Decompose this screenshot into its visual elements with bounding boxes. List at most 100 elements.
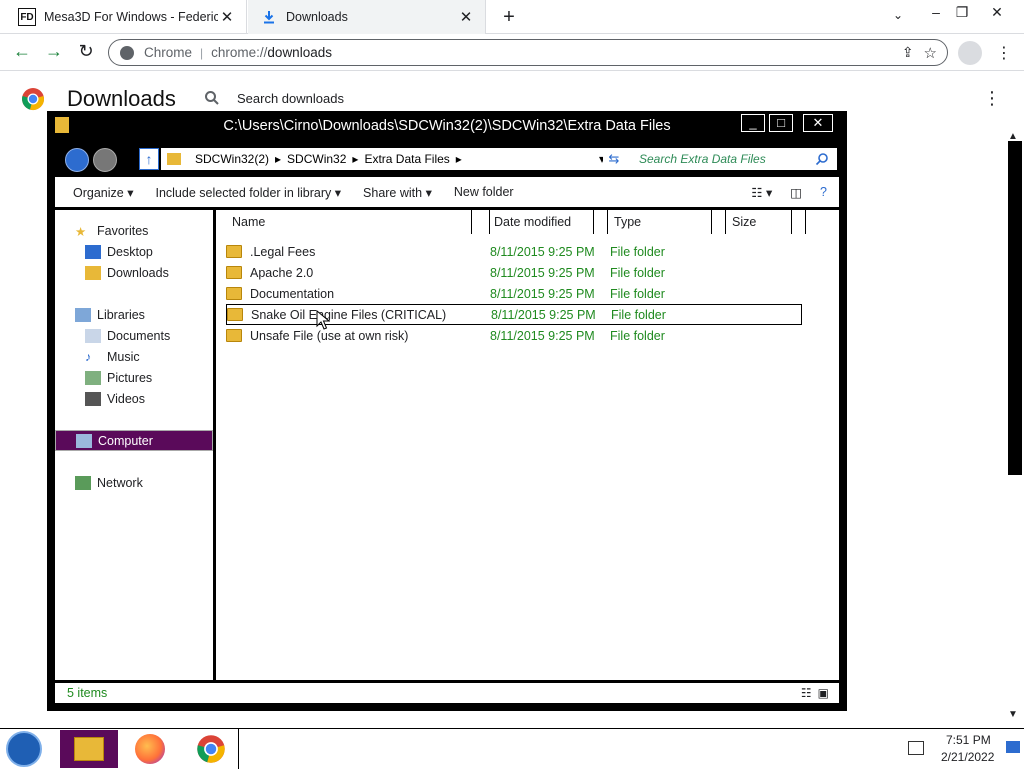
profile-avatar-icon[interactable] (958, 41, 982, 65)
nav-libraries[interactable]: Libraries (55, 304, 213, 325)
details-view-icon[interactable]: ☷ (801, 686, 812, 700)
organize-menu[interactable]: Organize ▾ (73, 185, 133, 200)
nav-videos[interactable]: Videos (55, 388, 213, 409)
nav-network[interactable]: Network (55, 472, 213, 493)
restore-icon[interactable]: ❐ (952, 4, 972, 21)
new-folder-button[interactable]: New folder (454, 185, 514, 199)
folder-icon (226, 329, 242, 342)
bookmark-star-icon[interactable]: ☆ (924, 44, 937, 62)
include-in-library-menu[interactable]: Include selected folder in library ▾ (155, 185, 341, 200)
taskbar-explorer[interactable] (60, 730, 118, 768)
view-options-icon[interactable]: ☷ ▾ (751, 185, 772, 200)
chevron-right-icon[interactable]: ▸ (456, 152, 462, 166)
chevron-right-icon[interactable]: ▸ (352, 152, 358, 166)
list-item-selected[interactable]: Snake Oil Engine Files (CRITICAL) 8/11/2… (226, 304, 802, 325)
page-scrollbar[interactable]: ▲ ▼ (1008, 131, 1022, 731)
search-icon[interactable] (815, 152, 829, 166)
scrollbar-thumb[interactable] (1008, 141, 1022, 475)
nav-music[interactable]: ♪ Music (55, 346, 213, 367)
share-label: Share with (363, 185, 423, 200)
list-item[interactable]: .Legal Fees 8/11/2015 9:25 PM File folde… (226, 241, 802, 262)
nav-label: Computer (98, 433, 153, 448)
clock-date[interactable]: 2/21/2022 (941, 750, 994, 764)
nav-pictures[interactable]: Pictures (55, 367, 213, 388)
site-label: Chrome (144, 45, 193, 60)
item-count: 5 items (67, 686, 108, 700)
nav-computer[interactable]: Computer (55, 430, 213, 451)
column-name[interactable]: Name (226, 210, 472, 234)
organize-label: Organize (73, 185, 124, 200)
column-splitter[interactable] (712, 210, 726, 234)
search-icon[interactable] (204, 90, 220, 106)
nav-desktop[interactable]: Desktop (55, 241, 213, 262)
scroll-down-icon[interactable]: ▼ (1008, 709, 1018, 720)
tab-search-chevron-icon[interactable]: ⌄ (888, 8, 908, 22)
list-item[interactable]: Unsafe File (use at own risk) 8/11/2015 … (226, 325, 802, 346)
more-actions-icon[interactable]: ⋮ (983, 88, 1001, 109)
close-tab-icon[interactable]: ✕ (218, 8, 236, 26)
help-icon[interactable]: ? (820, 185, 827, 199)
column-size[interactable]: Size (726, 210, 792, 234)
chrome-menu-icon[interactable]: ⋮ (996, 43, 1012, 63)
column-splitter[interactable] (594, 210, 608, 234)
folder-icon (226, 287, 242, 300)
taskbar-chrome[interactable] (182, 730, 240, 768)
nav-label: Videos (107, 391, 145, 406)
breadcrumb-item[interactable]: SDCWin32 (287, 152, 346, 166)
pictures-icon (85, 370, 101, 385)
command-bar: Organize ▾ Include selected folder in li… (55, 177, 839, 207)
back-icon[interactable] (65, 148, 89, 172)
nav-label: Pictures (107, 370, 153, 385)
column-splitter[interactable] (792, 210, 806, 234)
close-window-icon[interactable]: ✕ (987, 4, 1007, 21)
tab-downloads[interactable]: Downloads ✕ (248, 0, 486, 34)
clock-time[interactable]: 7:51 PM (946, 733, 991, 747)
list-item[interactable]: Apache 2.0 8/11/2015 9:25 PM File folder (226, 262, 802, 283)
taskbar-firefox[interactable] (121, 730, 179, 768)
share-icon[interactable]: ⇪ (902, 44, 914, 61)
url-path: downloads (267, 45, 332, 60)
nav-label: Favorites (97, 223, 149, 238)
network-icon (75, 475, 91, 490)
chevron-right-icon[interactable]: ▸ (275, 152, 281, 166)
explorer-search-input[interactable]: Search Extra Data Files (631, 148, 837, 170)
folder-icon (226, 245, 242, 258)
forward-arrow-icon[interactable]: → (42, 41, 66, 62)
preview-pane-icon[interactable]: ◫ (790, 185, 802, 200)
file-date: 8/11/2015 9:25 PM (490, 286, 595, 301)
nav-downloads[interactable]: Downloads (55, 262, 213, 283)
breadcrumb-item[interactable]: SDCWin32(2) (195, 152, 269, 166)
minimize-icon[interactable]: – (926, 4, 946, 20)
nav-favorites[interactable]: ★ Favorites (55, 220, 213, 241)
column-date[interactable]: Date modified (488, 210, 594, 234)
breadcrumb[interactable]: SDCWin32(2) ▸ SDCWin32 ▸ Extra Data Files ▸… (161, 148, 635, 170)
close-button[interactable]: ✕ (803, 114, 833, 132)
new-tab-button[interactable]: + (498, 6, 520, 29)
address-bar[interactable]: Chrome | chrome://downloads ⇪ ☆ (108, 39, 948, 66)
file-name: Apache 2.0 (250, 265, 314, 280)
tab-strip: FD Mesa3D For Windows - Federico ✕ Downl… (0, 0, 1024, 34)
file-type: File folder (610, 328, 665, 343)
search-downloads-input[interactable]: Search downloads (237, 91, 344, 106)
large-icons-view-icon[interactable]: ▣ (818, 686, 829, 700)
back-arrow-icon[interactable]: ← (10, 41, 34, 62)
nav-label: Downloads (107, 265, 169, 280)
breadcrumb-item[interactable]: Extra Data Files (364, 152, 449, 166)
show-desktop-icon[interactable] (1006, 741, 1020, 753)
reload-icon[interactable]: ↻ (74, 41, 98, 62)
column-type[interactable]: Type (608, 210, 712, 234)
forward-icon[interactable] (93, 148, 117, 172)
refresh-icon[interactable]: ⇆ (603, 148, 625, 170)
close-tab-icon[interactable]: ✕ (457, 8, 475, 26)
tab-mesa3d[interactable]: FD Mesa3D For Windows - Federico ✕ (0, 0, 247, 34)
up-arrow-icon[interactable]: ↑ (139, 148, 159, 170)
taskbar (0, 728, 1024, 769)
download-icon (264, 11, 274, 24)
maximize-button[interactable]: □ (769, 114, 793, 132)
share-with-menu[interactable]: Share with ▾ (363, 185, 432, 200)
list-item[interactable]: Documentation 8/11/2015 9:25 PM File fol… (226, 283, 802, 304)
nav-documents[interactable]: Documents (55, 325, 213, 346)
network-tray-icon[interactable] (908, 741, 924, 755)
minimize-button[interactable]: _ (741, 114, 765, 132)
start-button-icon[interactable] (6, 731, 42, 767)
